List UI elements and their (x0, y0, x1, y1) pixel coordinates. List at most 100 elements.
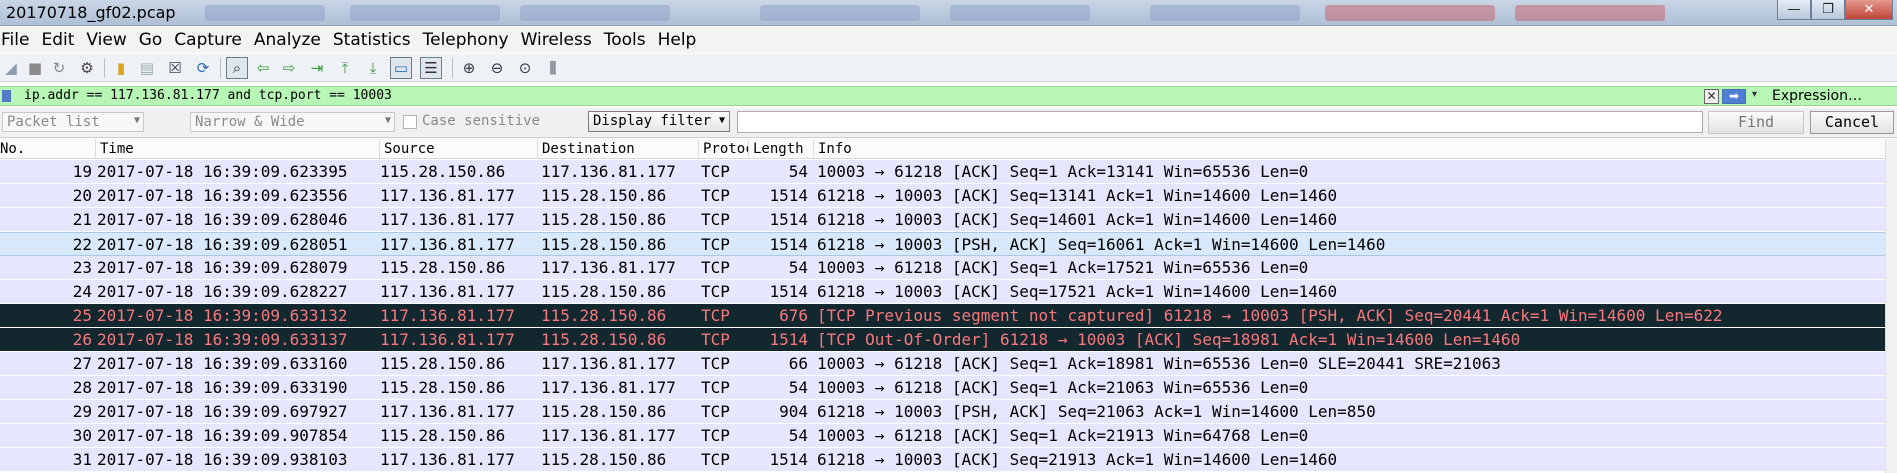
open-file-icon[interactable]: ▮ (110, 57, 132, 79)
background-tab-ghost (205, 5, 325, 21)
table-row[interactable]: 21 2017-07-18 16:39:09.628046 117.136.81.1… (0, 208, 1897, 232)
cell-no: 31 (72, 450, 92, 469)
menu-tools[interactable]: Tools (604, 30, 655, 50)
vertical-scrollbar[interactable] (1885, 139, 1897, 473)
table-row[interactable]: 19 2017-07-18 16:39:09.623395 115.28.150.8… (0, 160, 1897, 184)
packet-list[interactable]: No. Time Source Destination Protocol Len… (0, 139, 1897, 473)
cell-dst: 115.28.150.86 (541, 450, 667, 469)
menu-statistics[interactable]: Statistics (333, 30, 420, 50)
zoom-in-icon[interactable]: ⊕ (458, 57, 480, 79)
cell-proto: TCP (701, 235, 730, 254)
cell-proto: TCP (701, 378, 730, 397)
menu-file[interactable]: File (0, 30, 38, 50)
table-row[interactable]: 22 2017-07-18 16:39:09.628051 117.136.81.1… (0, 232, 1897, 256)
search-type-value: Display filter (593, 113, 712, 129)
cell-info: 10003 → 61218 [ACK] Seq=1 Ack=17521 Win=… (817, 258, 1309, 277)
display-filter-bar[interactable]: ip.addr == 117.136.81.177 and tcp.port =… (0, 86, 1897, 106)
title-bar: 20170718_gf02.pcap — ❐ ✕ (0, 0, 1897, 26)
column-header-protocol[interactable]: Protocol (699, 139, 749, 159)
find-text-input[interactable] (737, 111, 1703, 133)
find-packet-icon[interactable]: ⌕ (226, 57, 248, 79)
cell-no: 22 (72, 235, 92, 254)
menu-edit[interactable]: Edit (41, 30, 83, 50)
cell-proto: TCP (701, 282, 730, 301)
go-back-icon[interactable]: ⇦ (252, 57, 274, 79)
cell-proto: TCP (701, 330, 730, 349)
menu-view[interactable]: View (86, 30, 135, 50)
cell-info: 61218 → 10003 [PSH, ACK] Seq=21063 Ack=1… (817, 402, 1376, 421)
minimize-button[interactable]: — (1777, 0, 1811, 20)
resize-columns-icon[interactable]: ⫼ (542, 57, 564, 79)
cell-dst: 117.136.81.177 (541, 162, 676, 181)
cell-time: 2017-07-18 16:39:09.697927 (97, 402, 348, 421)
menu-wireless[interactable]: Wireless (521, 30, 601, 50)
menu-go[interactable]: Go (139, 30, 172, 50)
bookmark-icon[interactable] (2, 90, 11, 102)
restart-capture-icon[interactable]: ↻ (48, 57, 70, 79)
search-type-select[interactable]: Display filter ▼ (588, 111, 730, 132)
menu-telephony[interactable]: Telephony (423, 30, 518, 50)
reload-icon[interactable]: ⟳ (192, 57, 214, 79)
cell-no: 30 (72, 426, 92, 445)
table-row[interactable]: 29 2017-07-18 16:39:09.697927 117.136.81.1… (0, 400, 1897, 424)
table-row[interactable]: 27 2017-07-18 16:39:09.633160 115.28.150.8… (0, 352, 1897, 376)
table-row[interactable]: 30 2017-07-18 16:39:09.907854 115.28.150.8… (0, 424, 1897, 448)
table-row[interactable]: 26 2017-07-18 16:39:09.633137 117.136.81.1… (0, 328, 1897, 352)
column-header-time[interactable]: Time (96, 139, 380, 159)
case-sensitive-checkbox[interactable] (403, 115, 417, 129)
go-first-icon[interactable]: ⤒ (334, 57, 356, 79)
display-filter-input[interactable]: ip.addr == 117.136.81.177 and tcp.port =… (24, 88, 392, 103)
colorize-icon[interactable]: ☰ (420, 57, 442, 79)
column-header-no[interactable]: No. (0, 139, 96, 159)
close-window-button[interactable]: ✕ (1845, 0, 1893, 20)
table-row[interactable]: 24 2017-07-18 16:39:09.628227 117.136.81.1… (0, 280, 1897, 304)
zoom-normal-icon[interactable]: ⊙ (514, 57, 536, 79)
cell-no: 20 (72, 186, 92, 205)
cell-no: 23 (72, 258, 92, 277)
autoscroll-icon[interactable]: ▭ (390, 57, 412, 79)
expression-button[interactable]: Expression… (1772, 88, 1862, 104)
go-last-icon[interactable]: ⤓ (362, 57, 384, 79)
capture-options-icon[interactable]: ⚙ (76, 57, 98, 79)
cell-no: 28 (72, 378, 92, 397)
cell-len: 1514 (769, 210, 808, 229)
column-header-info[interactable]: Info (814, 139, 1885, 159)
zoom-out-icon[interactable]: ⊖ (486, 57, 508, 79)
go-to-packet-icon[interactable]: ⇥ (306, 57, 328, 79)
cell-len: 1514 (769, 186, 808, 205)
cell-info: 10003 → 61218 [ACK] Seq=1 Ack=21913 Win=… (817, 426, 1309, 445)
cell-no: 26 (72, 330, 92, 349)
cell-proto: TCP (701, 162, 730, 181)
character-width-select[interactable]: Narrow & Wide ▼ (190, 112, 395, 132)
table-row[interactable]: 28 2017-07-18 16:39:09.633190 115.28.150.8… (0, 376, 1897, 400)
search-in-select[interactable]: Packet list ▼ (2, 112, 144, 132)
cell-dst: 115.28.150.86 (541, 210, 667, 229)
column-header-destination[interactable]: Destination (538, 139, 699, 159)
find-button[interactable]: Find (1708, 111, 1804, 134)
table-row[interactable]: 23 2017-07-18 16:39:09.628079 115.28.150.8… (0, 256, 1897, 280)
shark-fin-icon[interactable]: ◢ (0, 57, 22, 79)
menu-capture[interactable]: Capture (174, 30, 251, 50)
file-set-icon[interactable]: ▤ (136, 57, 158, 79)
column-header-length[interactable]: Length (749, 139, 814, 159)
menu-bar: File Edit View Go Capture Analyze Statis… (0, 27, 1897, 53)
close-file-icon[interactable]: ☒ (164, 57, 186, 79)
filter-history-dropdown-icon[interactable]: ▾ (1752, 89, 1757, 100)
cancel-button[interactable]: Cancel (1810, 111, 1894, 134)
cell-src: 117.136.81.177 (380, 186, 515, 205)
cell-time: 2017-07-18 16:39:09.628046 (97, 210, 348, 229)
clear-filter-icon[interactable]: ✕ (1704, 89, 1719, 104)
maximize-button[interactable]: ❐ (1811, 0, 1845, 20)
table-row[interactable]: 20 2017-07-18 16:39:09.623556 117.136.81.1… (0, 184, 1897, 208)
menu-help[interactable]: Help (658, 30, 706, 50)
table-row[interactable]: 25 2017-07-18 16:39:09.633132 117.136.81.1… (0, 304, 1897, 328)
background-tab-ghost (1150, 5, 1300, 21)
menu-analyze[interactable]: Analyze (254, 30, 330, 50)
go-forward-icon[interactable]: ⇨ (278, 57, 300, 79)
cell-src: 115.28.150.86 (380, 378, 506, 397)
table-row[interactable]: 31 2017-07-18 16:39:09.938103 117.136.81.1… (0, 448, 1897, 472)
apply-filter-icon[interactable]: ➡ (1722, 89, 1746, 104)
stop-capture-icon[interactable]: ■ (24, 57, 46, 79)
column-header-source[interactable]: Source (380, 139, 538, 159)
cell-src: 117.136.81.177 (380, 282, 515, 301)
